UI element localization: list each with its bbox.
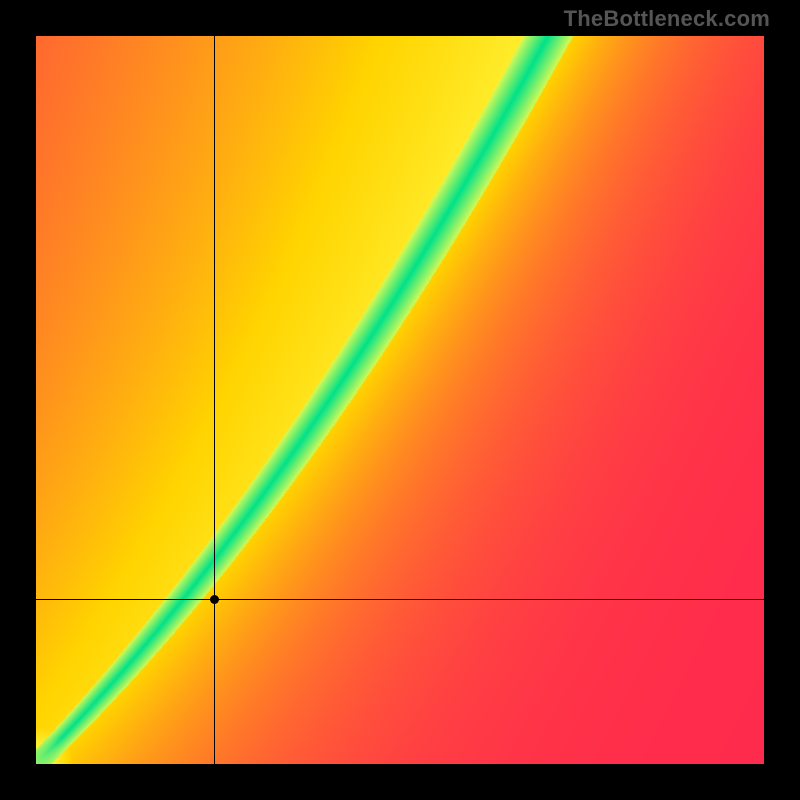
crosshair-horizontal [36,599,764,600]
chart-frame: TheBottleneck.com [0,0,800,800]
heatmap-canvas [36,36,764,764]
marker-dot [210,595,219,604]
crosshair-vertical [214,36,215,764]
heatmap-plot [36,36,764,764]
watermark-text: TheBottleneck.com [564,6,770,32]
